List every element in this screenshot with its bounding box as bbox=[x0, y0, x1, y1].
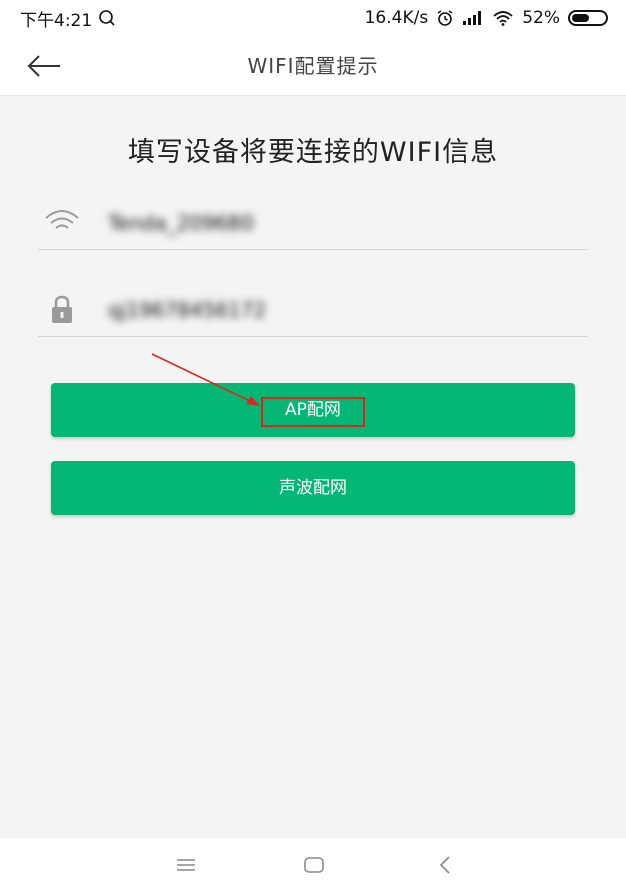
back-button[interactable] bbox=[24, 48, 64, 84]
wifi-password-input[interactable] bbox=[106, 289, 570, 331]
page-title: WIFI配置提示 bbox=[247, 54, 379, 78]
sound-config-label: 声波配网 bbox=[279, 478, 347, 498]
sound-config-button[interactable]: 声波配网 bbox=[51, 461, 575, 515]
navigation-bar bbox=[0, 838, 626, 892]
annotation-highlight-box bbox=[261, 397, 365, 427]
status-time: 下午4:21 bbox=[20, 10, 93, 31]
wifi-ssid-input[interactable] bbox=[106, 202, 570, 244]
menu-icon[interactable] bbox=[171, 852, 201, 878]
wifi-password-field bbox=[38, 281, 588, 337]
search-status-icon bbox=[99, 10, 115, 26]
status-left: 下午4:21 bbox=[20, 6, 116, 31]
wifi-ssid-field bbox=[38, 194, 588, 250]
alarm-clock-icon bbox=[437, 10, 453, 26]
home-icon[interactable] bbox=[299, 852, 329, 878]
wifi-status-icon bbox=[493, 11, 513, 26]
back-icon[interactable] bbox=[430, 852, 460, 878]
status-bar: 下午4:21 16.4K/s 52% bbox=[0, 0, 626, 36]
wifi-icon bbox=[45, 210, 79, 229]
battery-icon bbox=[568, 10, 608, 26]
network-speed: 16.4K/s bbox=[364, 8, 429, 28]
back-arrow-icon bbox=[27, 55, 60, 77]
instruction-heading: 填写设备将要连接的WIFI信息 bbox=[127, 137, 499, 168]
battery-percent: 52% bbox=[522, 8, 560, 28]
lock-icon bbox=[52, 295, 72, 323]
status-right: 16.4K/s 52% bbox=[365, 8, 608, 28]
title-bar: WIFI配置提示 bbox=[0, 36, 626, 96]
battery-fill bbox=[572, 14, 589, 22]
signal-icon bbox=[463, 11, 482, 25]
